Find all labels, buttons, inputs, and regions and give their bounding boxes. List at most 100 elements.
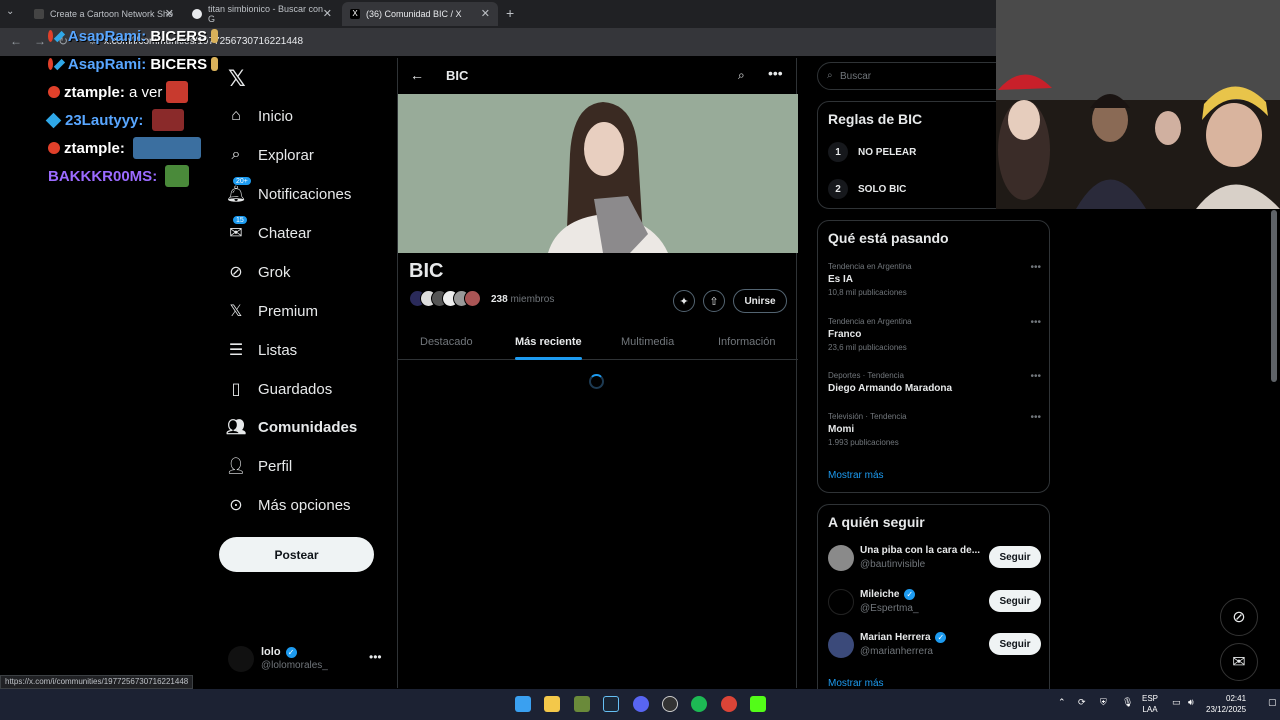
follow-button[interactable]: Seguir <box>989 633 1041 655</box>
more-dots-icon[interactable]: ••• <box>1030 262 1041 273</box>
follow-name: Una piba con la cara de... <box>860 545 981 556</box>
member-avatars[interactable] <box>409 290 481 307</box>
member-count-number: 238 <box>491 294 508 305</box>
volume-icon[interactable]: 🔊︎ <box>1188 697 1194 708</box>
follow-suggestion[interactable]: Marian Herrera ✓ @marianherrera Seguir <box>828 630 1041 660</box>
steam-icon[interactable] <box>603 696 619 712</box>
sidebar-item-listas[interactable]: ☰ Listas <box>226 337 297 363</box>
more-dots-icon[interactable]: ••• <box>1030 317 1041 328</box>
close-tab-icon[interactable]: ✕ <box>323 7 332 20</box>
sidebar-item-comunidades[interactable]: 👥︎ Comunidades <box>226 414 357 440</box>
post-button[interactable]: Postear <box>219 537 374 572</box>
tab-destacado[interactable]: Destacado <box>420 324 473 360</box>
profile-name-text: lolo <box>261 646 281 658</box>
member-count-label: miembros <box>510 294 555 305</box>
follow-suggestion[interactable]: Mileiche ✓ @Espertma_ Seguir <box>828 587 1041 617</box>
chrome-icon[interactable] <box>721 696 737 712</box>
sidebar-item-grok[interactable]: ⊘ Grok <box>226 259 290 285</box>
notification-badge: 20+ <box>232 176 252 186</box>
account-switcher[interactable]: lolo ✓ @lolomorales_ ••• <box>228 644 388 678</box>
trend-item[interactable]: Tendencia en Argentina Es IA 10,8 mil pu… <box>828 262 1041 297</box>
sidebar-item-premium[interactable]: 𝕏 Premium <box>226 298 318 324</box>
status-link-preview: https://x.com/i/communities/197725673071… <box>0 675 194 689</box>
sync-icon[interactable]: ⟳ <box>1078 697 1086 708</box>
microphone-icon[interactable]: 🎙︎ <box>1122 697 1133 708</box>
grok-fab-button[interactable]: ⊘ <box>1220 598 1258 636</box>
tab-informacion[interactable]: Información <box>718 324 775 360</box>
show-more-link[interactable]: Mostrar más <box>828 678 884 689</box>
close-tab-icon[interactable]: ✕ <box>481 7 490 20</box>
follow-suggestion[interactable]: Una piba con la cara de... @bautinvisibl… <box>828 543 1041 573</box>
chat-username: BAKKKR00MS <box>48 167 153 185</box>
sidebar-item-guardados[interactable]: ▯ Guardados <box>226 376 333 402</box>
mail-icon: ✉ 15 <box>226 215 248 243</box>
more-dots-icon[interactable]: ••• <box>1030 371 1041 382</box>
clock-date: 23/12/2025 <box>1206 705 1247 714</box>
more-dots-icon[interactable]: ••• <box>369 650 382 664</box>
follow-button[interactable]: Seguir <box>989 590 1041 612</box>
follow-title: A quién seguir <box>828 514 925 530</box>
sidebar-item-label: Listas <box>258 341 298 359</box>
minecraft-icon[interactable] <box>574 696 590 712</box>
sidebar-item-explorar[interactable]: ⌕ Explorar <box>226 142 314 168</box>
file-explorer-icon[interactable] <box>544 696 560 712</box>
defender-icon[interactable]: ⛨ <box>1100 697 1107 708</box>
sidebar-item-mas-opciones[interactable]: ⊙ Más opciones <box>226 492 350 518</box>
stream-chat-overlay: AsapRami: BICERS AsapRami: BICERS ztampl… <box>45 22 218 190</box>
sidebar-item-inicio[interactable]: ⌂ Inicio <box>226 103 293 129</box>
spotify-icon[interactable] <box>691 696 707 712</box>
chat-username: 23Lautyyy <box>65 111 139 129</box>
share-button[interactable]: ⇧ <box>703 290 725 312</box>
notification-center-icon[interactable]: ▢ <box>1268 697 1277 708</box>
rule-item[interactable]: 2 SOLO BIC <box>828 179 906 199</box>
obs-icon[interactable] <box>662 696 678 712</box>
back-arrow-icon[interactable]: ← <box>10 34 22 48</box>
sidebar-item-chatear[interactable]: ✉ 15 Chatear <box>226 215 312 246</box>
messages-fab-button[interactable]: ✉ <box>1220 643 1258 681</box>
page-scrollbar[interactable] <box>1271 210 1277 382</box>
sidebar-item-perfil[interactable]: 👤︎ Perfil <box>226 453 292 479</box>
discord-icon[interactable] <box>633 696 649 712</box>
community-banner-image <box>398 94 798 253</box>
back-arrow-icon[interactable]: ← <box>410 67 424 83</box>
avatar <box>828 589 854 615</box>
trend-item[interactable]: Deportes · Tendencia Diego Armando Marad… <box>828 371 1041 394</box>
cars-emote-icon <box>133 137 202 159</box>
trend-item[interactable]: Tendencia en Argentina Franco 23,6 mil p… <box>828 317 1041 352</box>
more-dots-icon[interactable]: ••• <box>768 65 783 81</box>
mail-icon: ✉ <box>1232 654 1246 671</box>
follow-button[interactable]: Seguir <box>989 546 1041 568</box>
sidebar-item-label: Explorar <box>258 146 314 164</box>
chat-line: BAKKKR00MS: <box>48 162 218 190</box>
tab-label: Más reciente <box>515 336 582 348</box>
taskbar-clock[interactable]: 02:41 23/12/2025 <box>1206 693 1246 715</box>
rule-item[interactable]: 1 NO PELEAR <box>828 142 916 162</box>
sidebar-item-notificaciones[interactable]: 🔔︎ 20+ Notificaciones <box>226 176 351 207</box>
tab-multimedia[interactable]: Multimedia <box>621 324 674 360</box>
show-more-link[interactable]: Mostrar más <box>828 470 884 481</box>
chevron-up-icon[interactable]: ⌃ <box>1058 697 1066 708</box>
tab-list-chevron-icon[interactable]: ⌄ <box>6 6 14 17</box>
search-icon[interactable]: ⌕ <box>738 68 745 83</box>
close-tab-icon[interactable]: ✕ <box>165 7 174 20</box>
new-tab-icon[interactable]: + <box>506 5 514 21</box>
verified-badge-icon: ✓ <box>935 632 947 643</box>
sidebar-item-label: Chatear <box>258 224 312 242</box>
chat-badge: 15 <box>232 215 248 225</box>
x-logo-icon[interactable]: 𝕏 <box>228 66 246 92</box>
kick-icon[interactable] <box>750 696 766 712</box>
sparkle-button[interactable]: ✦ <box>673 290 695 312</box>
chat-gem-icon <box>45 112 62 128</box>
search-placeholder: Buscar <box>840 71 872 82</box>
browser-tab-active[interactable]: X (36) Comunidad BIC / X ✕ <box>342 2 498 26</box>
forward-arrow-icon[interactable]: → <box>34 34 46 48</box>
chat-line: 23Lautyyy: <box>45 106 218 134</box>
tab-mas-reciente[interactable]: Más reciente <box>515 324 582 360</box>
trend-item[interactable]: Televisión · Tendencia Momi 1.993 public… <box>828 412 1041 447</box>
network-icon[interactable]: ▭ <box>1172 697 1181 708</box>
member-count[interactable]: 238 miembros <box>491 294 554 305</box>
language-indicator[interactable]: ESP LAA <box>1142 693 1158 715</box>
join-button[interactable]: Unirse <box>733 289 787 313</box>
windows-start-icon[interactable] <box>515 696 531 712</box>
more-dots-icon[interactable]: ••• <box>1030 412 1041 423</box>
